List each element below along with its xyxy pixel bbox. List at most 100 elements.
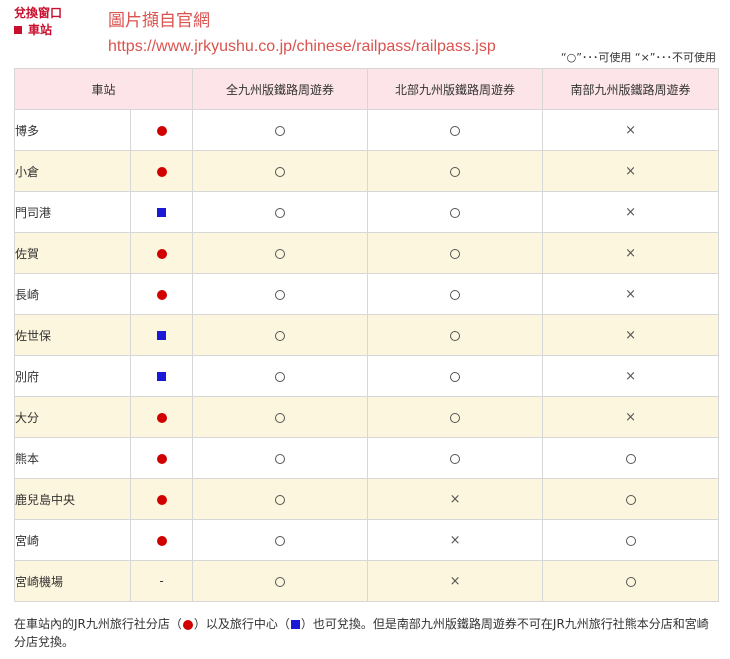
available-circle-icon — [625, 576, 636, 587]
table-row: 別府 × — [14, 355, 720, 397]
table-row: 熊本 — [14, 437, 720, 479]
south-kyushu-availability: × — [542, 191, 720, 233]
available-circle-icon — [625, 453, 636, 464]
station-mark — [129, 314, 194, 356]
station-name: 佐賀 — [14, 232, 131, 274]
table-row: 佐世保 × — [14, 314, 720, 356]
all-kyushu-availability — [192, 314, 369, 356]
header-south-kyushu: 南部九州版鐵路周遊券 — [542, 68, 720, 110]
station-table: 車站 全九州版鐵路周遊券 北部九州版鐵路周遊券 南部九州版鐵路周遊券 博多 × 小倉… — [13, 68, 720, 602]
available-circle-icon — [450, 330, 461, 341]
all-kyushu-availability — [192, 109, 369, 151]
unavailable-cross-icon: × — [449, 532, 461, 548]
no-mark-dash: - — [159, 574, 164, 588]
station-name: 大分 — [14, 396, 131, 438]
red-dot-icon — [156, 248, 167, 259]
all-kyushu-availability — [192, 150, 369, 192]
station-name: 門司港 — [14, 191, 131, 233]
all-kyushu-availability — [192, 519, 369, 561]
available-circle-icon — [275, 330, 286, 341]
south-kyushu-availability — [542, 519, 720, 561]
blue-square-icon — [157, 372, 166, 381]
unavailable-cross-icon: × — [449, 573, 461, 589]
station-mark: - — [129, 560, 194, 602]
unavailable-cross-icon: × — [625, 409, 636, 425]
red-dot-icon — [156, 125, 167, 136]
blue-square-icon — [157, 208, 166, 217]
station-mark — [129, 478, 194, 520]
table-row: 鹿兒島中央 × — [14, 478, 720, 520]
red-dot-icon — [182, 619, 193, 630]
available-circle-icon — [275, 207, 286, 218]
available-circle-icon — [450, 207, 461, 218]
header-all-kyushu: 全九州版鐵路周遊券 — [192, 68, 369, 110]
header-station: 車站 — [13, 68, 194, 110]
available-circle-icon — [625, 494, 636, 505]
annotation-title: 圖片擷自官網 — [108, 11, 210, 31]
north-kyushu-availability — [367, 273, 544, 315]
available-circle-icon — [450, 289, 461, 300]
north-kyushu-availability — [367, 232, 544, 274]
south-kyushu-availability: × — [542, 355, 720, 397]
station-mark — [129, 396, 194, 438]
symbol-legend: “○”･･･可使用 “×”･･･不可使用 — [560, 51, 716, 64]
station-name: 宮崎 — [14, 519, 131, 561]
north-kyushu-availability — [367, 396, 544, 438]
north-kyushu-availability: × — [367, 478, 544, 520]
available-circle-icon — [450, 453, 461, 464]
available-circle-icon — [275, 535, 286, 546]
south-kyushu-availability: × — [542, 314, 720, 356]
station-mark — [129, 437, 194, 479]
station-mark — [129, 191, 194, 233]
blue-square-icon — [157, 331, 166, 340]
footnote-part1: 在車站內的JR九州旅行社分店（ — [14, 617, 182, 631]
table-header-row: 車站 全九州版鐵路周遊券 北部九州版鐵路周遊券 南部九州版鐵路周遊券 — [13, 68, 720, 110]
station-mark — [129, 150, 194, 192]
station-mark — [129, 232, 194, 274]
unavailable-cross-icon: × — [625, 327, 636, 343]
available-circle-icon — [275, 125, 286, 136]
available-circle-icon — [275, 412, 286, 423]
unavailable-cross-icon: × — [449, 491, 461, 507]
station-mark — [129, 519, 194, 561]
table-row: 大分 × — [14, 396, 720, 438]
all-kyushu-availability — [192, 355, 369, 397]
station-name: 長崎 — [14, 273, 131, 315]
south-kyushu-availability — [542, 560, 720, 602]
north-kyushu-availability: × — [367, 519, 544, 561]
available-circle-icon — [275, 371, 286, 382]
station-name: 佐世保 — [14, 314, 131, 356]
unavailable-cross-icon: × — [625, 204, 636, 220]
table-row: 博多 × — [14, 109, 720, 151]
station-mark — [129, 355, 194, 397]
available-circle-icon — [450, 371, 461, 382]
all-kyushu-availability — [192, 478, 369, 520]
north-kyushu-availability — [367, 109, 544, 151]
annotation-url: https://www.jrkyushu.co.jp/chinese/railp… — [108, 38, 496, 55]
available-circle-icon — [275, 289, 286, 300]
all-kyushu-availability — [192, 437, 369, 479]
available-circle-icon — [275, 248, 286, 259]
blue-square-icon — [290, 620, 300, 629]
available-circle-icon — [275, 576, 286, 587]
footnote-part2: ）以及旅行中心（ — [193, 617, 290, 631]
south-kyushu-availability: × — [542, 232, 720, 274]
station-name: 熊本 — [14, 437, 131, 479]
south-kyushu-availability: × — [542, 396, 720, 438]
red-dot-icon — [156, 166, 167, 177]
station-name: 博多 — [14, 109, 131, 151]
north-kyushu-availability — [367, 314, 544, 356]
red-dot-icon — [156, 494, 167, 505]
south-kyushu-availability: × — [542, 109, 720, 151]
section-subtitle-label: 車站 — [28, 23, 53, 37]
table-row: 宮崎機場 - × — [14, 560, 720, 602]
table-row: 佐賀 × — [14, 232, 720, 274]
table-row: 宮崎 × — [14, 519, 720, 561]
unavailable-cross-icon: × — [625, 368, 636, 384]
south-kyushu-availability — [542, 478, 720, 520]
north-kyushu-availability: × — [367, 560, 544, 602]
all-kyushu-availability — [192, 232, 369, 274]
section-subtitle: 車站 — [14, 22, 52, 38]
header-north-kyushu: 北部九州版鐵路周遊券 — [367, 68, 544, 110]
station-name: 小倉 — [14, 150, 131, 192]
